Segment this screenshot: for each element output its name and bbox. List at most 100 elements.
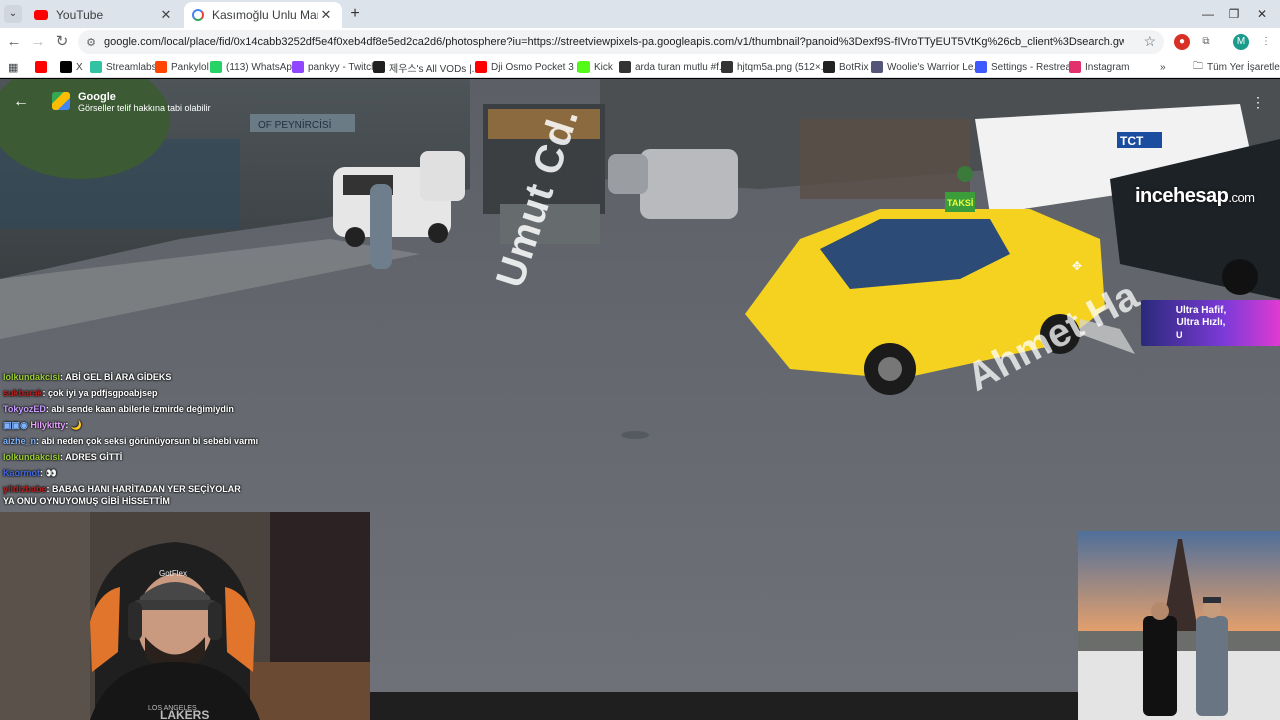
bookmark-star-icon[interactable]: ☆ [1143,33,1156,50]
twitch-icon [292,61,304,73]
cap-logo-text: GotFlex [159,569,187,578]
address-bar[interactable]: ⚙ google.com/local/place/fid/0x14cabb325… [78,30,1164,54]
youtube-icon [475,61,487,73]
svg-text:OF PEYNİRCİSİ: OF PEYNİRCİSİ [258,118,331,131]
bookmark-item[interactable]: Kick [578,59,613,75]
chat-username: Hilykitty [30,420,66,430]
close-icon[interactable]: ✕ [158,7,174,23]
restore-icon[interactable]: ❐ [1224,5,1244,23]
chat-text: : 👀 [40,468,57,478]
extension-icon[interactable]: ● [1174,34,1190,50]
chat-message: sukbarak: çok iyi ya pdfjsgpoabjsep [3,387,363,399]
bookmarks-bar: ▦ X Streamlabs Pankylol (113) WhatsApp panky… [0,56,1280,78]
whatsapp-icon [210,61,222,73]
bookmark-label: Dji Osmo Pocket 3 |... [491,61,588,73]
chat-text: : çok iyi ya pdfjsgpoabjsep [42,388,158,398]
eiffel-photo-overlay [1078,531,1280,720]
bookmark-label: pankyy - Twitch [308,61,377,73]
ad-line: Ultra Hafif, [1175,305,1227,316]
chat-text: : 🌙 [65,420,83,430]
chat-username: lolkundakcisi [3,452,61,462]
reload-icon[interactable]: ↻ [52,32,72,52]
stream-chat: lolkundakcisi: ABİ GEL Bİ ARA GİDEKS suk… [0,369,370,511]
bookmark-item[interactable]: 제우스's All VODs |... [373,59,480,75]
tab-search-button[interactable]: ⌄ [4,5,22,23]
google-icon [192,9,204,21]
youtube-icon [34,10,48,20]
bookmark-item[interactable]: hjtqm5a.png (512×... [721,59,829,75]
close-icon[interactable]: ✕ [318,7,334,23]
kick-icon [578,61,590,73]
restream-icon [975,61,987,73]
bookmark-item[interactable]: Instagram [1069,59,1129,75]
chat-text: : ABİ GEL Bİ ARA GİDEKS [60,372,172,382]
close-window-icon[interactable]: ✕ [1252,5,1272,23]
bookmark-item[interactable]: Streamlabs [90,59,157,75]
streamer-webcam: GotFlex LOS ANGELES LAKERS [0,512,370,720]
chat-username: lolkundakcisi [3,372,61,382]
sv-header-title: Google [78,91,116,103]
google-maps-logo [52,92,70,110]
forward-arrow-icon[interactable]: → [28,32,48,52]
tab-title: YouTube [56,8,104,22]
chat-username: aizhe_n [3,436,37,446]
tab-title: Kasımoğlu Unlu Mamuller [212,8,318,22]
bookmarks-overflow-button[interactable]: » [1160,59,1166,75]
chat-message: ▣▣◉ Hilykitty: 🌙 [3,419,363,431]
bookmark-item[interactable]: Dji Osmo Pocket 3 |... [475,59,588,75]
bookmark-item[interactable]: X [60,59,83,75]
kebab-menu-icon[interactable]: ⋮ [1250,92,1266,112]
all-bookmarks-button[interactable]: 🗀 Tüm Yer İşaretleri [1193,59,1280,75]
bookmark-label: Woolie's Warrior Le... [887,61,982,73]
chat-username: sukbarak [3,388,43,398]
bookmark-item[interactable]: (113) WhatsApp [210,59,298,75]
bookmark-item[interactable]: arda turan mutlu #f... [619,59,727,75]
bookmark-label: X [76,61,83,73]
streamlabs-icon [90,61,102,73]
bookmark-item[interactable]: Pankylol [155,59,209,75]
chat-message: lolkundakcisi: ABİ GEL Bİ ARA GİDEKS [3,371,363,383]
back-arrow-icon[interactable]: ← [4,32,24,52]
bookmark-item[interactable] [35,59,51,75]
vod-icon [373,61,385,73]
bookmark-label: (113) WhatsApp [226,61,298,73]
pedestrian [370,184,392,269]
minimize-icon[interactable]: — [1198,5,1218,23]
extensions-puzzle-icon[interactable]: ⧉ [1198,34,1214,50]
sponsor-watermark: incehesap.com [1135,185,1255,208]
chat-username: Kaormot [3,468,41,478]
tab-youtube[interactable]: YouTube ✕ [26,2,182,28]
chat-message: yildizbabe: BABAG HANI HARİTADAN YER SEÇ… [3,483,253,507]
folder-icon: 🗀 [1193,60,1203,72]
globe-icon [721,61,733,73]
apps-grid-icon[interactable]: ▦ [8,59,18,75]
bookmark-label: arda turan mutlu #f... [635,61,728,73]
chat-text: : abi sende kaan abilerle izmirde değimi… [45,404,234,414]
shield-icon [871,61,883,73]
kebab-menu-icon[interactable]: ⋮ [1258,34,1274,50]
bookmark-item[interactable]: Woolie's Warrior Le... [871,59,982,75]
instagram-icon [1069,61,1081,73]
tab-kasimoglu[interactable]: Kasımoğlu Unlu Mamuller ✕ [184,2,342,28]
bookmark-label: BotRix [839,61,869,73]
back-arrow-icon[interactable]: ← [10,91,32,113]
bookmark-label: Settings - Restream [991,61,1080,73]
ad-line: Ultra Hızlı, [1176,317,1226,328]
site-info-icon[interactable]: ⚙ [78,36,104,49]
profile-avatar[interactable]: M [1233,34,1249,50]
bookmark-label: Instagram [1085,61,1130,73]
reddit-icon [155,61,167,73]
chat-message: TokyozED: abi sende kaan abilerle izmird… [3,403,363,415]
van-brand-text: TCT [1120,134,1144,148]
bookmark-item[interactable]: BotRix [823,59,868,75]
street-view-panorama[interactable]: OF PEYNİRCİSİ TCT TAKSİ ← Google Görsell… [0,79,1280,720]
bookmark-label: 제우스's All VODs |... [389,63,481,75]
bottom-dark-bar [370,692,1080,720]
botrix-icon [823,61,835,73]
url-text[interactable]: google.com/local/place/fid/0x14cabb3252d… [104,36,1124,48]
new-tab-button[interactable]: + [345,4,365,24]
person [1143,616,1177,716]
bookmark-item[interactable]: Settings - Restream [975,59,1079,75]
bookmark-item[interactable]: pankyy - Twitch [292,59,377,75]
person [1196,616,1228,716]
